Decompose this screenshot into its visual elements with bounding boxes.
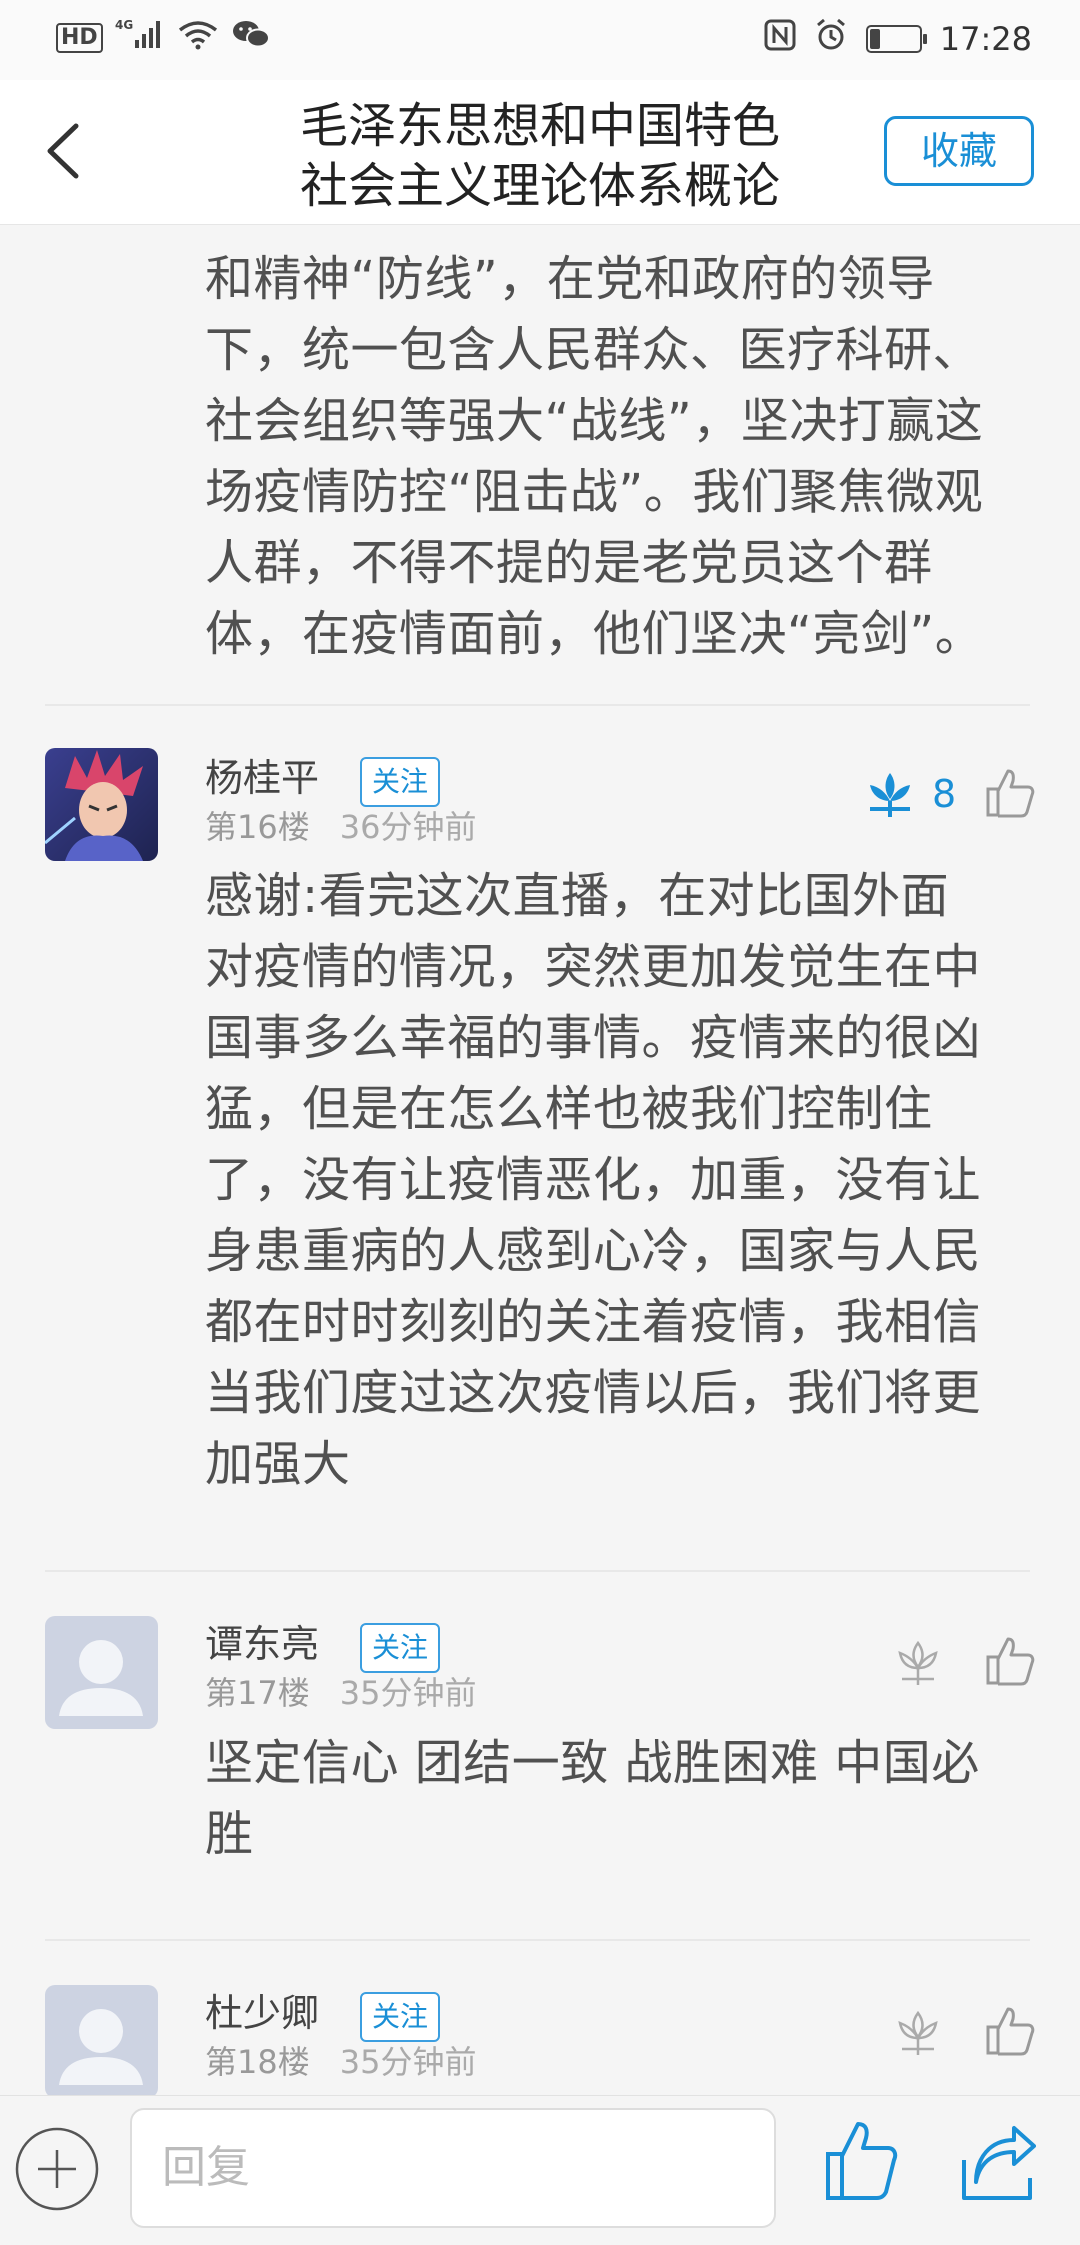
avatar-image [45, 748, 158, 861]
page-title: 毛泽东思想和中国特色 社会主义理论体系概论 [230, 96, 850, 216]
flower-button[interactable] [890, 2005, 946, 2061]
comment-meta: 第16楼 36分钟前 [205, 805, 476, 849]
back-button[interactable] [36, 116, 96, 186]
status-bar: HD 4G 17:28 [0, 0, 1080, 80]
share-icon [962, 2126, 1036, 2200]
comment-body: 感谢:看完这次直播，在对比国外面 对疫情的情况，突然更加发觉生在中 国事多么幸福… [205, 861, 1025, 1500]
like-button[interactable] [982, 1633, 1038, 1689]
floor-number: 第18楼 [205, 2043, 310, 2081]
like-button[interactable] [982, 765, 1038, 821]
comment-line: 对疫情的情况，突然更加发觉生在中 [205, 939, 982, 995]
comment-line: 体，在疫情面前，他们坚决“亮剑”。 [205, 606, 984, 662]
author-name[interactable]: 杨桂平 [205, 753, 319, 803]
battery-icon [865, 25, 927, 53]
wifi-icon [177, 18, 219, 58]
comment-list[interactable]: 斗。面对疫情，要牢筑我们的身体 和精神“防线”，在党和政府的领导 下，统一包含人… [0, 225, 1080, 2095]
thumbs-up-icon [986, 1637, 1035, 1686]
comment-meta: 第18楼 35分钟前 [205, 2040, 476, 2084]
default-avatar-icon [59, 2009, 143, 2085]
like-post-button[interactable] [822, 2116, 902, 2206]
post-time: 35分钟前 [339, 1674, 477, 1712]
divider [45, 1939, 1030, 1941]
comment-body: 斗。面对疫情，要牢筑我们的身体 和精神“防线”，在党和政府的领导 下，统一包含人… [205, 225, 1025, 670]
add-button[interactable] [14, 2126, 100, 2212]
chevron-left-icon [47, 123, 79, 179]
comment-line: 坚定信心 团结一致 战胜困难 中国必 [205, 1735, 980, 1791]
comment-line: 下，统一包含人民群众、医疗科研、 [205, 322, 982, 378]
favorite-button[interactable]: 收藏 [884, 116, 1034, 186]
thumbs-up-icon [826, 2122, 898, 2200]
status-time: 17:28 [939, 20, 1032, 58]
comment-line: 身患重病的人感到心冷，国家与人民 [205, 1223, 982, 1279]
bottom-bar: 回复 [0, 2095, 1080, 2245]
hd-indicator: HD [56, 23, 103, 53]
comment-line: 和精神“防线”，在党和政府的领导 [205, 251, 935, 307]
floor-number: 第16楼 [205, 808, 310, 846]
status-left: HD 4G [56, 18, 271, 58]
comment-line: 都在时时刻刻的关注着疫情，我相信 [205, 1294, 982, 1350]
like-button[interactable] [982, 2003, 1038, 2059]
comment-line: 了，没有让疫情恶化，加重，没有让 [205, 1152, 982, 1208]
post-time: 36分钟前 [339, 808, 477, 846]
flower-count: 8 [932, 772, 957, 816]
follow-button[interactable]: 关注 [360, 757, 440, 807]
comment-line: 斗。面对疫情，要牢筑我们的身体 [205, 225, 1025, 244]
comment-body: 坚定信心 团结一致 战胜困难 中国必 胜 [205, 1728, 1025, 1870]
follow-button[interactable]: 关注 [360, 1992, 440, 2042]
status-right: 17:28 [764, 18, 1032, 60]
comment-line: 场疫情防控“阻击战”。我们聚焦微观 [205, 464, 984, 520]
page-title-line1: 毛泽东思想和中国特色 [299, 98, 780, 154]
avatar[interactable] [45, 1616, 158, 1729]
comment-line: 猛，但是在怎么样也被我们控制住 [205, 1081, 933, 1137]
plus-circle-icon [15, 2127, 99, 2211]
signal-icon: 4G [115, 18, 165, 58]
battery-level [869, 29, 880, 49]
comment-line: 社会组织等强大“战线”，坚决打赢这 [205, 393, 984, 449]
author-name[interactable]: 杜少卿 [205, 1988, 319, 2038]
floor-number: 第17楼 [205, 1674, 310, 1712]
thumbs-up-icon [986, 2007, 1035, 2056]
comment-line: 当我们度过这次疫情以后，我们将更 [205, 1365, 982, 1421]
comment-line: 加强大 [205, 1436, 351, 1492]
page-title-line2: 社会主义理论体系概论 [299, 158, 780, 214]
post-time: 35分钟前 [339, 2043, 477, 2081]
default-avatar-icon [59, 1640, 143, 1716]
nfc-icon [764, 19, 796, 59]
divider [45, 704, 1030, 706]
comment-line: 胜 [205, 1806, 254, 1862]
comment-line: 国事多么幸福的事情。疫情来的很凶 [205, 1010, 982, 1066]
divider [45, 1570, 1030, 1572]
share-button[interactable] [960, 2120, 1036, 2206]
comment-line: 感谢:看完这次直播，在对比国外面 [205, 868, 950, 924]
flower-icon [898, 2010, 938, 2055]
network-type: 4G [115, 18, 133, 32]
flower-button[interactable] [862, 541, 918, 597]
flower-button[interactable] [890, 1635, 946, 1691]
header: 毛泽东思想和中国特色 社会主义理论体系概论 收藏 [0, 80, 1080, 225]
follow-button[interactable]: 关注 [360, 1623, 440, 1673]
flower-icon [898, 1640, 938, 1685]
flower-icon [870, 773, 910, 817]
thumbs-up-icon [986, 769, 1035, 818]
avatar[interactable] [45, 1985, 158, 2095]
flower-button[interactable] [862, 767, 918, 823]
author-name[interactable]: 谭东亮 [205, 1619, 319, 1669]
reply-input[interactable]: 回复 [130, 2108, 776, 2228]
wechat-icon [231, 18, 271, 58]
alarm-icon [814, 18, 848, 60]
avatar[interactable] [45, 748, 158, 861]
comment-meta: 第17楼 35分钟前 [205, 1671, 476, 1715]
